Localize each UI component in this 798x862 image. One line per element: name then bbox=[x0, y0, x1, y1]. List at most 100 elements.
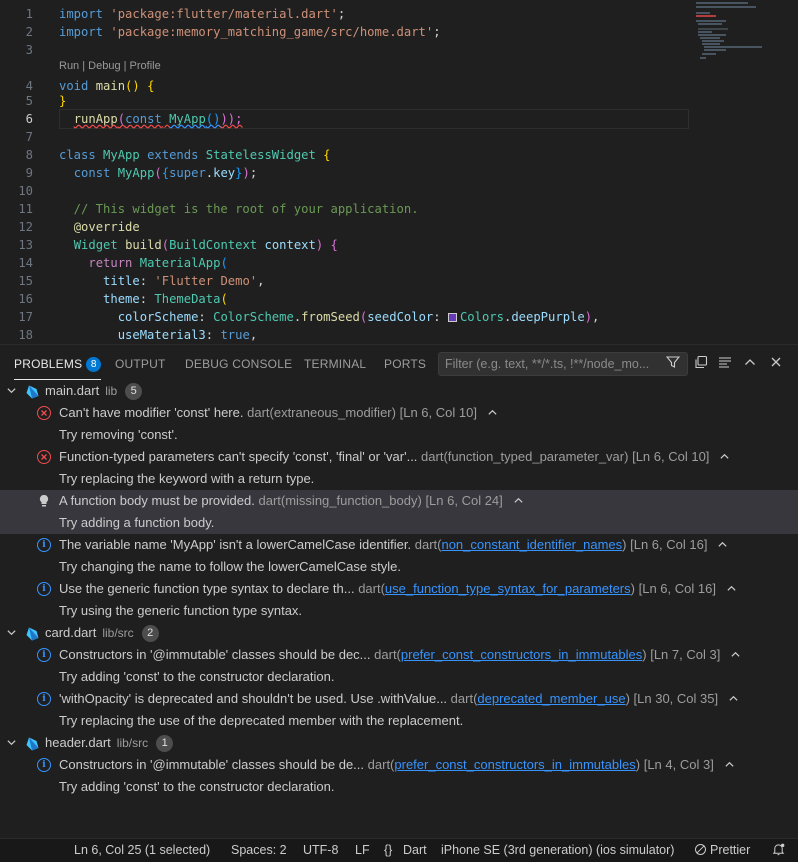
problem-detail-row[interactable]: Try removing 'const'. bbox=[0, 424, 798, 446]
file-group-row[interactable]: card.dart lib/src 2 bbox=[0, 622, 798, 644]
line-number[interactable]: 5 bbox=[0, 92, 33, 110]
problem-row[interactable]: i Constructors in '@immutable' classes sh… bbox=[0, 644, 798, 666]
chevron-up-icon[interactable] bbox=[513, 496, 524, 508]
code-line[interactable]: 13 Widget build(BuildContext context) { bbox=[0, 236, 690, 254]
chevron-up-icon[interactable] bbox=[728, 694, 739, 706]
cursor-position[interactable]: Ln 6, Col 25 (1 selected) bbox=[74, 839, 210, 862]
minimap[interactable] bbox=[696, 2, 790, 72]
problem-detail-row[interactable]: Try using the generic function type synt… bbox=[0, 600, 798, 622]
code-text[interactable]: colorScheme: ColorScheme.fromSeed(seedCo… bbox=[59, 308, 600, 326]
problem-row[interactable]: A function body must be provided. dart(m… bbox=[0, 490, 798, 512]
encoding[interactable]: UTF-8 bbox=[303, 839, 338, 862]
problem-row[interactable]: i The variable name 'MyApp' isn't a lower… bbox=[0, 534, 798, 556]
line-number[interactable]: 9 bbox=[0, 164, 33, 182]
problem-detail-row[interactable]: Try changing the name to follow the lowe… bbox=[0, 556, 798, 578]
code-line[interactable]: 15 title: 'Flutter Demo', bbox=[0, 272, 690, 290]
close-icon[interactable] bbox=[766, 354, 786, 374]
line-number[interactable]: 12 bbox=[0, 218, 33, 236]
chevron-up-icon[interactable] bbox=[740, 354, 760, 374]
rule-code[interactable]: prefer_const_constructors_in_immutables bbox=[394, 757, 635, 772]
code-line[interactable]: 17 colorScheme: ColorScheme.fromSeed(see… bbox=[0, 308, 690, 326]
list-view-icon[interactable] bbox=[715, 354, 735, 374]
chevron-up-icon[interactable] bbox=[717, 540, 728, 552]
code-line[interactable]: 18 useMaterial3: true, bbox=[0, 326, 690, 344]
code-line[interactable]: 9 const MyApp({super.key}); bbox=[0, 164, 690, 182]
bell-icon[interactable] bbox=[772, 839, 785, 862]
problem-detail-row[interactable]: Try adding 'const' to the constructor de… bbox=[0, 776, 798, 798]
code-line[interactable]: 10 bbox=[0, 182, 690, 200]
code-text[interactable]: import 'package:flutter/material.dart'; bbox=[59, 5, 345, 23]
tab-problems[interactable]: PROBLEMS 8 bbox=[14, 348, 102, 380]
chevron-up-icon[interactable] bbox=[719, 452, 730, 464]
line-number[interactable]: 2 bbox=[0, 23, 33, 41]
code-text[interactable]: import 'package:memory_matching_game/src… bbox=[59, 23, 441, 41]
chevron-down-icon[interactable] bbox=[6, 380, 17, 402]
code-editor[interactable]: Run | Debug | Profile 1 import 'package:f… bbox=[0, 0, 798, 344]
rule-code[interactable]: prefer_const_constructors_in_immutables bbox=[401, 647, 642, 662]
problems-filter-input[interactable]: Filter (e.g. text, **/*.ts, !**/node_mo.… bbox=[438, 352, 688, 376]
panel-divider[interactable] bbox=[0, 344, 798, 345]
code-line[interactable]: 6 runApp(const MyApp())); bbox=[0, 110, 690, 128]
code-text[interactable]: runApp(const MyApp())); bbox=[59, 110, 243, 128]
code-text[interactable]: title: 'Flutter Demo', bbox=[59, 272, 264, 290]
prettier-status[interactable]: Prettier bbox=[695, 839, 750, 862]
problem-detail-row[interactable]: Try replacing the use of the deprecated … bbox=[0, 710, 798, 732]
problem-detail-row[interactable]: Try replacing the keyword with a return … bbox=[0, 468, 798, 490]
line-number[interactable]: 8 bbox=[0, 146, 33, 164]
problem-detail-row[interactable]: Try adding a function body. bbox=[0, 512, 798, 534]
code-line[interactable]: 2 import 'package:memory_matching_game/sr… bbox=[0, 23, 690, 41]
code-text[interactable]: } bbox=[59, 92, 66, 110]
problem-row[interactable]: i Use the generic function type syntax to… bbox=[0, 578, 798, 600]
rule-code[interactable]: non_constant_identifier_names bbox=[441, 537, 622, 552]
chevron-down-icon[interactable] bbox=[6, 732, 17, 754]
code-text[interactable]: return MaterialApp( bbox=[59, 254, 227, 272]
code-text[interactable]: const MyApp({super.key}); bbox=[59, 164, 257, 182]
chevron-up-icon[interactable] bbox=[730, 650, 741, 662]
file-group-row[interactable]: main.dart lib 5 bbox=[0, 380, 798, 402]
line-number[interactable]: 15 bbox=[0, 272, 33, 290]
filter-icon[interactable] bbox=[663, 354, 683, 374]
code-line[interactable]: 5} bbox=[0, 92, 690, 110]
file-group-row[interactable]: header.dart lib/src 1 bbox=[0, 732, 798, 754]
code-text[interactable]: useMaterial3: true, bbox=[59, 326, 257, 344]
code-line[interactable]: 1 import 'package:flutter/material.dart'; bbox=[0, 5, 690, 23]
line-number[interactable]: 1 bbox=[0, 5, 33, 23]
problem-row[interactable]: Can't have modifier 'const' here. dart(e… bbox=[0, 402, 798, 424]
color-swatch-icon[interactable] bbox=[447, 313, 457, 322]
line-number[interactable]: 16 bbox=[0, 290, 33, 308]
rule-code[interactable]: deprecated_member_use bbox=[477, 691, 625, 706]
code-text[interactable]: @override bbox=[59, 218, 140, 236]
tab-terminal[interactable]: TERMINAL bbox=[304, 348, 366, 380]
problem-detail-row[interactable]: Try adding 'const' to the constructor de… bbox=[0, 666, 798, 688]
problem-row[interactable]: Function-typed parameters can't specify … bbox=[0, 446, 798, 468]
line-number[interactable]: 11 bbox=[0, 200, 33, 218]
code-line[interactable]: 8 class MyApp extends StatelessWidget { bbox=[0, 146, 690, 164]
line-number[interactable]: 6 bbox=[0, 110, 33, 128]
indentation[interactable]: Spaces: 2 bbox=[231, 839, 287, 862]
tab-ports[interactable]: PORTS bbox=[384, 348, 426, 380]
line-number[interactable]: 18 bbox=[0, 326, 33, 344]
code-text[interactable]: // This widget is the root of your appli… bbox=[59, 200, 419, 218]
problem-row[interactable]: i 'withOpacity' is deprecated and shouldn… bbox=[0, 688, 798, 710]
code-line[interactable]: 11 // This widget is the root of your ap… bbox=[0, 200, 690, 218]
code-line[interactable]: 14 return MaterialApp( bbox=[0, 254, 690, 272]
device-selector[interactable]: iPhone SE (3rd generation) (ios simulato… bbox=[441, 839, 674, 862]
end-of-line[interactable]: LF bbox=[355, 839, 370, 862]
codelens-run-debug-profile[interactable]: Run | Debug | Profile bbox=[59, 58, 161, 74]
chevron-up-icon[interactable] bbox=[487, 408, 498, 420]
tab-output[interactable]: OUTPUT bbox=[115, 348, 166, 380]
line-number[interactable]: 3 bbox=[0, 41, 33, 59]
code-line[interactable]: 7 bbox=[0, 128, 690, 146]
tab-debug-console[interactable]: DEBUG CONSOLE bbox=[185, 348, 292, 380]
line-number[interactable]: 7 bbox=[0, 128, 33, 146]
code-line[interactable]: 16 theme: ThemeData( bbox=[0, 290, 690, 308]
code-text[interactable]: theme: ThemeData( bbox=[59, 290, 228, 308]
chevron-up-icon[interactable] bbox=[724, 760, 735, 772]
line-number[interactable]: 14 bbox=[0, 254, 33, 272]
code-text[interactable]: Widget build(BuildContext context) { bbox=[59, 236, 338, 254]
rule-code[interactable]: use_function_type_syntax_for_parameters bbox=[385, 581, 631, 596]
code-line[interactable]: 12 @override bbox=[0, 218, 690, 236]
line-number[interactable]: 10 bbox=[0, 182, 33, 200]
language-mode[interactable]: Dart bbox=[403, 839, 427, 862]
chevron-down-icon[interactable] bbox=[6, 622, 17, 644]
